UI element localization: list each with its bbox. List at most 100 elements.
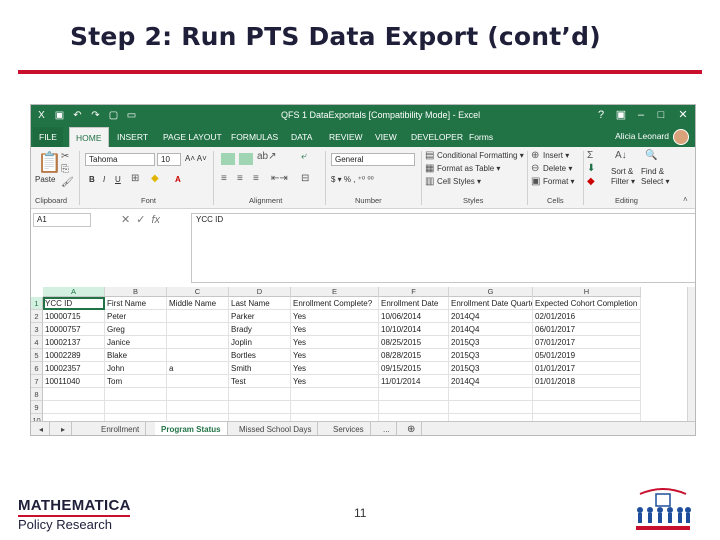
column-header-a[interactable]: A: [43, 287, 105, 297]
cell-f9[interactable]: [379, 401, 449, 414]
tab-file[interactable]: FILE: [33, 127, 63, 147]
conditional-formatting-button[interactable]: Conditional Formatting ▾: [437, 151, 524, 160]
cell-b4[interactable]: Janice: [105, 336, 167, 349]
column-header-h[interactable]: H: [533, 287, 641, 297]
cell-b1[interactable]: First Name: [105, 297, 167, 310]
help-button[interactable]: ?: [593, 108, 609, 123]
cell-d7[interactable]: Test: [229, 375, 291, 388]
row-header-7[interactable]: 7: [31, 375, 43, 388]
vertical-scrollbar[interactable]: [687, 287, 695, 421]
paste-icon[interactable]: 📋: [37, 150, 62, 175]
sheet-tab-more[interactable]: ...: [377, 422, 397, 435]
cell-styles-button[interactable]: Cell Styles ▾: [437, 177, 481, 186]
cell-f2[interactable]: 10/06/2014: [379, 310, 449, 323]
cell-a7[interactable]: 10011040: [43, 375, 105, 388]
cell-e2[interactable]: Yes: [291, 310, 379, 323]
format-as-table-icon[interactable]: ▦: [425, 163, 434, 174]
cut-icon[interactable]: ✂: [61, 151, 69, 162]
cell-g9[interactable]: [449, 401, 533, 414]
cell-c6[interactable]: a: [167, 362, 229, 375]
cell-a3[interactable]: 10000757: [43, 323, 105, 336]
cell-b6[interactable]: John: [105, 362, 167, 375]
cell-b8[interactable]: [105, 388, 167, 401]
align-center-icon[interactable]: ≡: [237, 173, 243, 184]
cell-c9[interactable]: [167, 401, 229, 414]
cell-e1[interactable]: Enrollment Complete?: [291, 297, 379, 310]
cell-d4[interactable]: Joplin: [229, 336, 291, 349]
cell-d9[interactable]: [229, 401, 291, 414]
sheet-scroll-prev-icon[interactable]: ◂: [33, 422, 51, 435]
open-doc-icon[interactable]: ▭: [125, 109, 138, 122]
collapse-ribbon-icon[interactable]: ˄: [683, 195, 688, 204]
worksheet-grid[interactable]: A B C D E F G H 1 YCC ID First Name Middle Name Last…: [31, 287, 687, 427]
sheet-scroll-next-icon[interactable]: ▸: [55, 422, 73, 435]
ribbon-display-button[interactable]: ▣: [613, 108, 629, 123]
cell-g1[interactable]: Enrollment Date Quarter: [449, 297, 533, 310]
cell-c2[interactable]: [167, 310, 229, 323]
find-select-icon[interactable]: 🔍: [645, 150, 657, 161]
cell-b7[interactable]: Tom: [105, 375, 167, 388]
cell-c8[interactable]: [167, 388, 229, 401]
cell-f5[interactable]: 08/28/2015: [379, 349, 449, 362]
tab-home[interactable]: HOME: [69, 127, 109, 147]
column-header-f[interactable]: F: [379, 287, 449, 297]
cell-h3[interactable]: 06/01/2017: [533, 323, 641, 336]
copy-icon[interactable]: ⎘: [61, 164, 69, 175]
align-right-icon[interactable]: ≡: [253, 173, 259, 184]
close-button[interactable]: ✕: [675, 108, 691, 123]
italic-button[interactable]: I: [103, 175, 105, 184]
column-header-d[interactable]: D: [229, 287, 291, 297]
row-header-6[interactable]: 6: [31, 362, 43, 375]
cell-e6[interactable]: Yes: [291, 362, 379, 375]
new-doc-icon[interactable]: ▢: [107, 109, 120, 122]
font-name-select[interactable]: Tahoma: [85, 153, 155, 166]
cell-b9[interactable]: [105, 401, 167, 414]
delete-button[interactable]: Delete ▾: [543, 164, 572, 173]
clear-icon[interactable]: ◆: [587, 176, 595, 187]
find-select-button[interactable]: Find & Select ▾: [641, 167, 675, 187]
tab-review[interactable]: REVIEW: [323, 127, 369, 147]
cell-a2[interactable]: 10000715: [43, 310, 105, 323]
row-header-4[interactable]: 4: [31, 336, 43, 349]
tab-developer[interactable]: DEVELOPER: [405, 127, 469, 147]
tab-view[interactable]: VIEW: [369, 127, 403, 147]
paste-label[interactable]: Paste: [35, 175, 55, 184]
cell-d3[interactable]: Brady: [229, 323, 291, 336]
align-top-icon[interactable]: [221, 153, 235, 165]
bold-button[interactable]: B: [89, 175, 95, 184]
cell-g6[interactable]: 2015Q3: [449, 362, 533, 375]
cell-b2[interactable]: Peter: [105, 310, 167, 323]
cell-a1[interactable]: YCC ID: [43, 297, 105, 310]
cell-d8[interactable]: [229, 388, 291, 401]
column-header-c[interactable]: C: [167, 287, 229, 297]
save-icon[interactable]: ▣: [53, 109, 66, 122]
cell-f1[interactable]: Enrollment Date: [379, 297, 449, 310]
insert-button[interactable]: Insert ▾: [543, 151, 569, 160]
cell-d6[interactable]: Smith: [229, 362, 291, 375]
sort-filter-icon[interactable]: A↓: [615, 150, 627, 161]
cell-c1[interactable]: Middle Name: [167, 297, 229, 310]
orientation-icon[interactable]: ab↗: [257, 151, 277, 162]
cell-h2[interactable]: 02/01/2016: [533, 310, 641, 323]
cell-g4[interactable]: 2015Q3: [449, 336, 533, 349]
cell-g3[interactable]: 2014Q4: [449, 323, 533, 336]
cell-b5[interactable]: Blake: [105, 349, 167, 362]
cell-h4[interactable]: 07/01/2017: [533, 336, 641, 349]
font-grow-shrink[interactable]: A˄ A˅: [185, 154, 207, 163]
cell-f4[interactable]: 08/25/2015: [379, 336, 449, 349]
row-header-5[interactable]: 5: [31, 349, 43, 362]
avatar[interactable]: [673, 129, 689, 145]
cell-e9[interactable]: [291, 401, 379, 414]
font-color-icon[interactable]: A: [175, 175, 181, 184]
cell-a8[interactable]: [43, 388, 105, 401]
cell-e5[interactable]: Yes: [291, 349, 379, 362]
borders-icon[interactable]: ⊞: [131, 173, 139, 184]
fill-color-icon[interactable]: ◆: [151, 173, 159, 184]
user-name[interactable]: Alicia Leonard: [615, 131, 669, 141]
cell-c4[interactable]: [167, 336, 229, 349]
tab-forms[interactable]: Forms: [463, 127, 499, 147]
cell-b3[interactable]: Greg: [105, 323, 167, 336]
column-header-g[interactable]: G: [449, 287, 533, 297]
row-header-9[interactable]: 9: [31, 401, 43, 414]
cell-g5[interactable]: 2015Q3: [449, 349, 533, 362]
